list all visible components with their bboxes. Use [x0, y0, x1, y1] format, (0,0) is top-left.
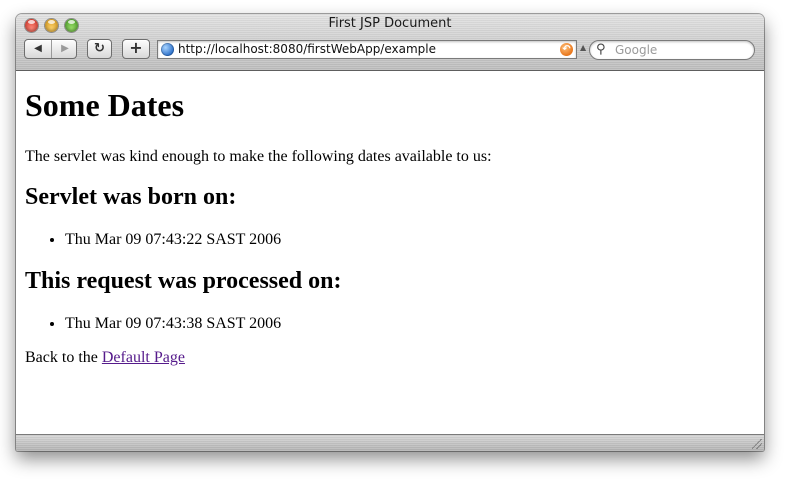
browser-toolbar: First JSP Document ◀ ▶ ↻ + http://localh…	[16, 14, 764, 71]
snapback-icon[interactable]: ↶	[560, 43, 573, 56]
window-title: First JSP Document	[328, 16, 452, 31]
page-content: Some Dates The servlet was kind enough t…	[16, 71, 764, 434]
address-bar[interactable]: http://localhost:8080/firstWebApp/exampl…	[157, 40, 577, 59]
default-page-link[interactable]: Default Page	[102, 349, 185, 366]
back-line: Back to the Default Page	[25, 349, 185, 367]
born-date-list: Thu Mar 09 07:43:22 SAST 2006	[25, 231, 281, 249]
globe-icon	[161, 43, 174, 56]
processed-date-list: Thu Mar 09 07:43:38 SAST 2006	[25, 315, 281, 333]
reload-button[interactable]: ↻	[87, 39, 112, 59]
forward-button[interactable]: ▶	[51, 40, 78, 58]
intro-text: The servlet was kind enough to make the …	[25, 148, 492, 165]
processed-heading: This request was processed on:	[25, 268, 342, 294]
search-icon[interactable]: ⚲	[596, 42, 606, 57]
processed-date-item: Thu Mar 09 07:43:38 SAST 2006	[65, 315, 281, 333]
back-button[interactable]: ◀	[25, 40, 51, 58]
add-bookmark-button[interactable]: +	[122, 39, 150, 59]
search-input[interactable]	[615, 42, 745, 57]
search-box[interactable]: ⚲	[589, 40, 755, 60]
born-date-item: Thu Mar 09 07:43:22 SAST 2006	[65, 231, 281, 249]
page-title: Some Dates	[25, 87, 185, 123]
born-heading: Servlet was born on:	[25, 184, 237, 210]
resize-grip-icon[interactable]	[752, 439, 762, 449]
back-prefix-text: Back to the	[25, 349, 102, 366]
status-bar	[16, 434, 764, 451]
browser-window: First JSP Document ◀ ▶ ↻ + http://localh…	[16, 14, 764, 451]
address-dropdown-icon[interactable]: ▲	[580, 43, 586, 52]
url-text[interactable]: http://localhost:8080/firstWebApp/exampl…	[178, 42, 436, 56]
back-forward-group: ◀ ▶	[24, 39, 77, 59]
